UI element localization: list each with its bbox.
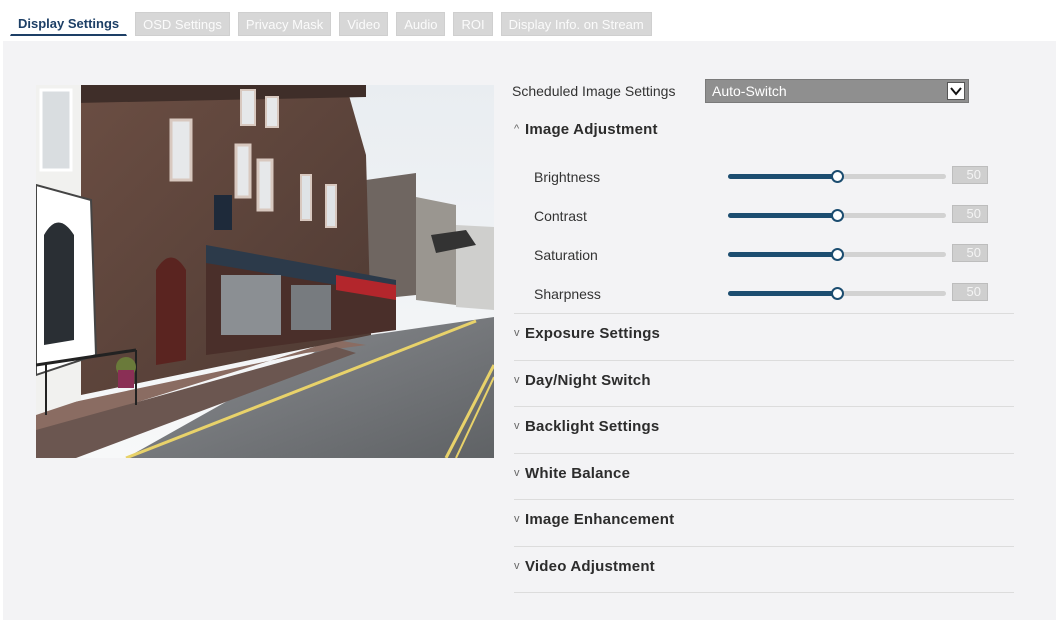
chevron-down-icon: v — [514, 420, 520, 432]
slider-row-sharpness: Sharpness 50 — [512, 282, 992, 304]
section-backlight-settings-label: Backlight Settings — [525, 418, 660, 435]
slider-handle[interactable] — [831, 248, 844, 261]
scheduled-image-settings-label: Scheduled Image Settings — [512, 83, 676, 99]
sharpness-value[interactable]: 50 — [952, 283, 988, 301]
divider — [514, 546, 1014, 547]
section-image-adjustment[interactable]: ^ Image Adjustment — [514, 121, 658, 138]
tab-osd-settings[interactable]: OSD Settings — [135, 12, 230, 36]
divider — [514, 453, 1014, 454]
brightness-value[interactable]: 50 — [952, 166, 988, 184]
chevron-down-icon: v — [514, 467, 520, 479]
section-image-enhancement-label: Image Enhancement — [525, 511, 675, 528]
slider-fill — [728, 252, 837, 257]
section-image-enhancement[interactable]: v Image Enhancement — [514, 511, 674, 528]
section-exposure-settings-label: Exposure Settings — [525, 325, 661, 342]
tab-display-info-on-stream[interactable]: Display Info. on Stream — [500, 12, 652, 36]
chevron-down-icon: v — [514, 560, 520, 572]
slider-fill — [728, 213, 837, 218]
tab-audio[interactable]: Audio — [396, 12, 446, 36]
divider — [514, 313, 1014, 314]
sharpness-slider[interactable] — [728, 287, 946, 300]
scheduled-image-settings-value: Auto-Switch — [712, 83, 787, 99]
section-day-night-switch[interactable]: v Day/Night Switch — [514, 372, 651, 389]
slider-label: Saturation — [534, 247, 598, 263]
slider-label: Contrast — [534, 208, 587, 224]
slider-row-saturation: Saturation 50 — [512, 243, 992, 265]
tab-roi[interactable]: ROI — [453, 12, 493, 36]
divider — [514, 406, 1014, 407]
divider — [514, 499, 1014, 500]
chevron-down-icon: v — [514, 327, 520, 339]
live-preview-image — [36, 85, 494, 458]
section-video-adjustment-label: Video Adjustment — [525, 558, 655, 575]
tab-display-settings[interactable]: Display Settings — [10, 12, 128, 36]
divider — [514, 592, 1014, 593]
dropdown-arrow-icon[interactable] — [947, 82, 965, 100]
chevron-up-icon: ^ — [514, 123, 520, 135]
section-day-night-switch-label: Day/Night Switch — [525, 372, 651, 389]
slider-row-brightness: Brightness 50 — [512, 165, 992, 187]
slider-row-contrast: Contrast 50 — [512, 204, 992, 226]
slider-label: Sharpness — [534, 286, 601, 302]
section-white-balance[interactable]: v White Balance — [514, 465, 630, 482]
scheduled-image-settings-select[interactable]: Auto-Switch — [705, 79, 969, 103]
section-exposure-settings[interactable]: v Exposure Settings — [514, 325, 660, 342]
section-white-balance-label: White Balance — [525, 465, 631, 482]
slider-fill — [728, 174, 837, 179]
slider-handle[interactable] — [831, 209, 844, 222]
contrast-slider[interactable] — [728, 209, 946, 222]
slider-handle[interactable] — [831, 170, 844, 183]
contrast-value[interactable]: 50 — [952, 205, 988, 223]
section-backlight-settings[interactable]: v Backlight Settings — [514, 418, 659, 435]
section-video-adjustment[interactable]: v Video Adjustment — [514, 558, 655, 575]
chevron-down-icon: v — [514, 374, 520, 386]
scheduled-image-settings-row: Scheduled Image Settings Auto-Switch — [512, 79, 972, 103]
slider-fill — [728, 291, 837, 296]
settings-panel: Scheduled Image Settings Auto-Switch ^ Im… — [3, 41, 1056, 620]
tab-privacy-mask[interactable]: Privacy Mask — [237, 12, 332, 36]
section-image-adjustment-label: Image Adjustment — [525, 121, 658, 138]
chevron-down-icon: v — [514, 513, 520, 525]
divider — [514, 360, 1014, 361]
slider-handle[interactable] — [831, 287, 844, 300]
slider-label: Brightness — [534, 169, 601, 185]
tab-bar: Display Settings OSD Settings Privacy Ma… — [10, 12, 652, 36]
tab-video[interactable]: Video — [339, 12, 389, 36]
saturation-value[interactable]: 50 — [952, 244, 988, 262]
saturation-slider[interactable] — [728, 248, 946, 261]
brightness-slider[interactable] — [728, 170, 946, 183]
